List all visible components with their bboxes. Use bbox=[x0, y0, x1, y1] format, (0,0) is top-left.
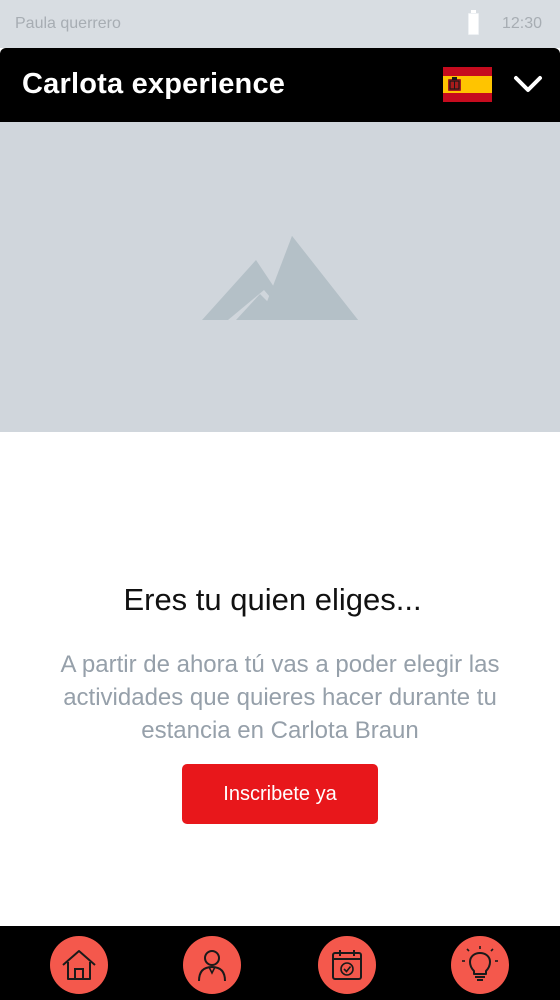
nav-profile-button[interactable] bbox=[183, 936, 241, 994]
status-time: 12:30 bbox=[502, 15, 543, 32]
home-icon bbox=[62, 950, 96, 980]
user-icon bbox=[198, 950, 226, 982]
nav-calendar-button[interactable] bbox=[318, 936, 376, 994]
battery-icon bbox=[468, 10, 479, 35]
hero-image bbox=[0, 122, 560, 432]
status-bar: Paula querrero 12:30 bbox=[0, 0, 560, 48]
spain-flag-icon[interactable] bbox=[443, 67, 492, 102]
nav-home-button[interactable] bbox=[50, 936, 108, 994]
signup-button[interactable]: Inscribete ya bbox=[182, 764, 378, 824]
chevron-down-icon[interactable] bbox=[512, 70, 544, 98]
carrier-name: Paula querrero bbox=[15, 15, 121, 32]
description-text: A partir de ahora tú vas a poder elegir … bbox=[60, 651, 500, 744]
calendar-check-icon bbox=[332, 950, 362, 980]
bottom-nav bbox=[0, 926, 560, 1000]
app-header: Carlota experience bbox=[0, 48, 560, 122]
lightbulb-icon bbox=[462, 946, 498, 981]
app-title: Carlota experience bbox=[22, 68, 286, 100]
image-placeholder-icon bbox=[202, 236, 358, 320]
nav-ideas-button[interactable] bbox=[451, 936, 509, 994]
headline: Eres tu quien eliges... bbox=[123, 582, 422, 617]
